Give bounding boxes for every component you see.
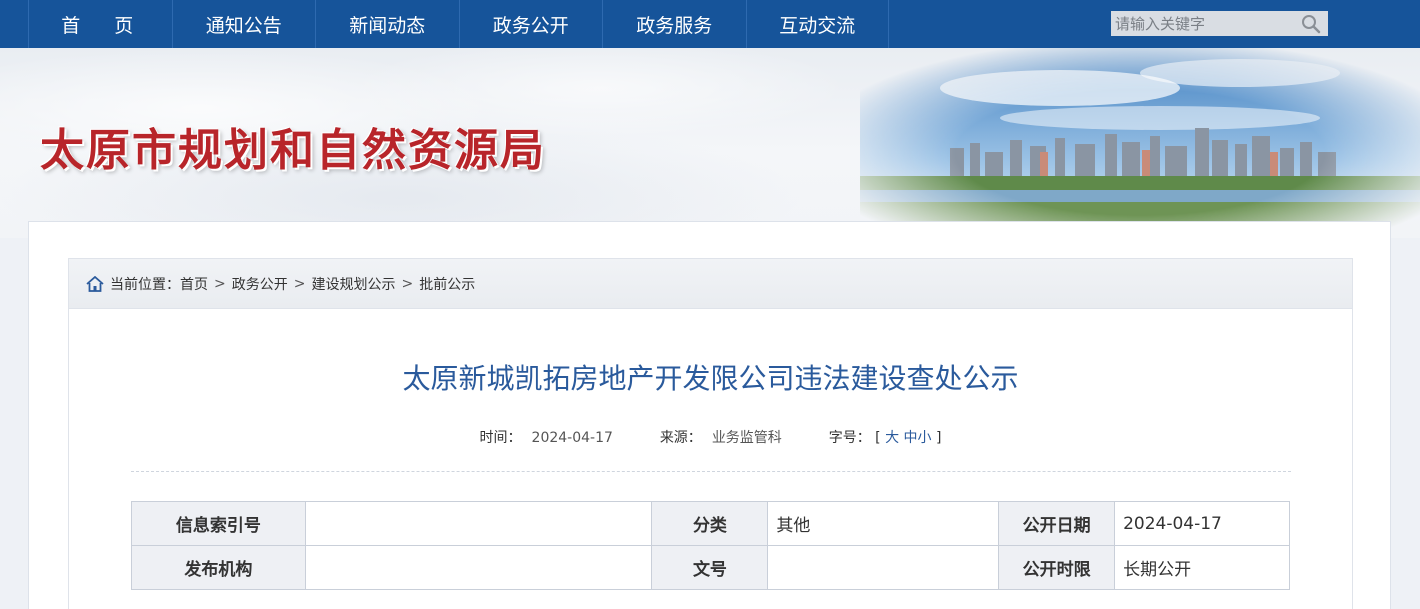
table-row: 发布机构 文号 公开时限 长期公开 [131, 545, 1290, 590]
search-icon [1302, 14, 1321, 33]
font-size-medium[interactable]: 中 [904, 430, 918, 446]
disclosure-period-label: 公开时限 [998, 545, 1116, 590]
article-title: 太原新城凯拓房地产开发限公司违法建设查处公示 [402, 362, 1019, 395]
disclosure-period-value: 长期公开 [1114, 545, 1290, 590]
nav-item-gov-disclosure[interactable]: 政务公开 [458, 0, 603, 48]
nav-item-home[interactable]: 首 页 [28, 0, 172, 48]
publish-date-label: 公开日期 [998, 501, 1116, 546]
search-box [1111, 11, 1328, 36]
font-size-large[interactable]: 大 [885, 430, 899, 446]
home-icon [86, 275, 104, 292]
site-title: 太原市规划和自然资源局 [40, 125, 546, 176]
table-row: 信息索引号 分类 其他 公开日期 2024-04-17 [131, 501, 1290, 546]
index-number-label: 信息索引号 [131, 501, 306, 546]
header-banner: 太原市规划和自然资源局 [0, 48, 1420, 238]
doc-number-value [767, 545, 1000, 590]
nav-item-notices[interactable]: 通知公告 [171, 0, 316, 48]
font-size-bracket-close: ] [936, 430, 942, 446]
city-skyline-image [860, 48, 1420, 238]
source-value: 业务监管科 [711, 430, 782, 446]
nav-item-news[interactable]: 新闻动态 [315, 0, 459, 48]
info-table: 信息索引号 分类 其他 公开日期 2024-04-17 发布机构 文号 公开时限… [131, 501, 1290, 590]
breadcrumb-gov-disclosure[interactable]: 政务公开 [232, 274, 288, 294]
breadcrumb-separator: > [293, 275, 306, 292]
time-value: 2024-04-17 [531, 430, 613, 446]
breadcrumb-planning-notice[interactable]: 建设规划公示 [311, 274, 395, 294]
breadcrumb-prefix: 当前位置： [110, 276, 180, 293]
publish-date-value: 2024-04-17 [1114, 501, 1290, 546]
divider [131, 471, 1291, 472]
breadcrumb-separator: > [401, 275, 414, 292]
font-size-small[interactable]: 小 [918, 430, 932, 446]
content-card: 当前位置： 首页 > 政务公开 > 建设规划公示 > 批前公示 太原新城凯拓房地… [28, 221, 1391, 609]
doc-number-label: 文号 [651, 545, 769, 590]
font-size-label: 字号： [828, 430, 871, 446]
breadcrumb: 当前位置： 首页 > 政务公开 > 建设规划公示 > 批前公示 [69, 259, 1352, 309]
article-meta: 时间： 2024-04-17 来源： 业务监管科 字号： [ 大 中小 ] [69, 427, 1352, 447]
breadcrumb-pre-approval[interactable]: 批前公示 [419, 274, 475, 294]
top-navigation: 首 页 通知公告 新闻动态 政务公开 政务服务 互动交流 [0, 0, 1420, 48]
search-button[interactable] [1296, 11, 1326, 36]
font-size-bracket-open: [ [875, 430, 881, 446]
search-input[interactable] [1111, 11, 1296, 36]
category-value: 其他 [767, 501, 1000, 546]
breadcrumb-separator: > [214, 275, 226, 292]
issuer-label: 发布机构 [131, 545, 306, 590]
time-label: 时间： [479, 430, 522, 446]
category-label: 分类 [651, 501, 769, 546]
nav-item-gov-services[interactable]: 政务服务 [602, 0, 746, 48]
source-label: 来源： [659, 430, 702, 446]
article-panel: 当前位置： 首页 > 政务公开 > 建设规划公示 > 批前公示 太原新城凯拓房地… [68, 258, 1353, 609]
breadcrumb-home[interactable]: 首页 [180, 274, 208, 294]
nav-item-interaction[interactable]: 互动交流 [745, 0, 889, 48]
index-number-value [304, 501, 653, 546]
nav-menu: 首 页 通知公告 新闻动态 政务公开 政务服务 互动交流 [28, 0, 889, 48]
issuer-value [304, 545, 653, 590]
